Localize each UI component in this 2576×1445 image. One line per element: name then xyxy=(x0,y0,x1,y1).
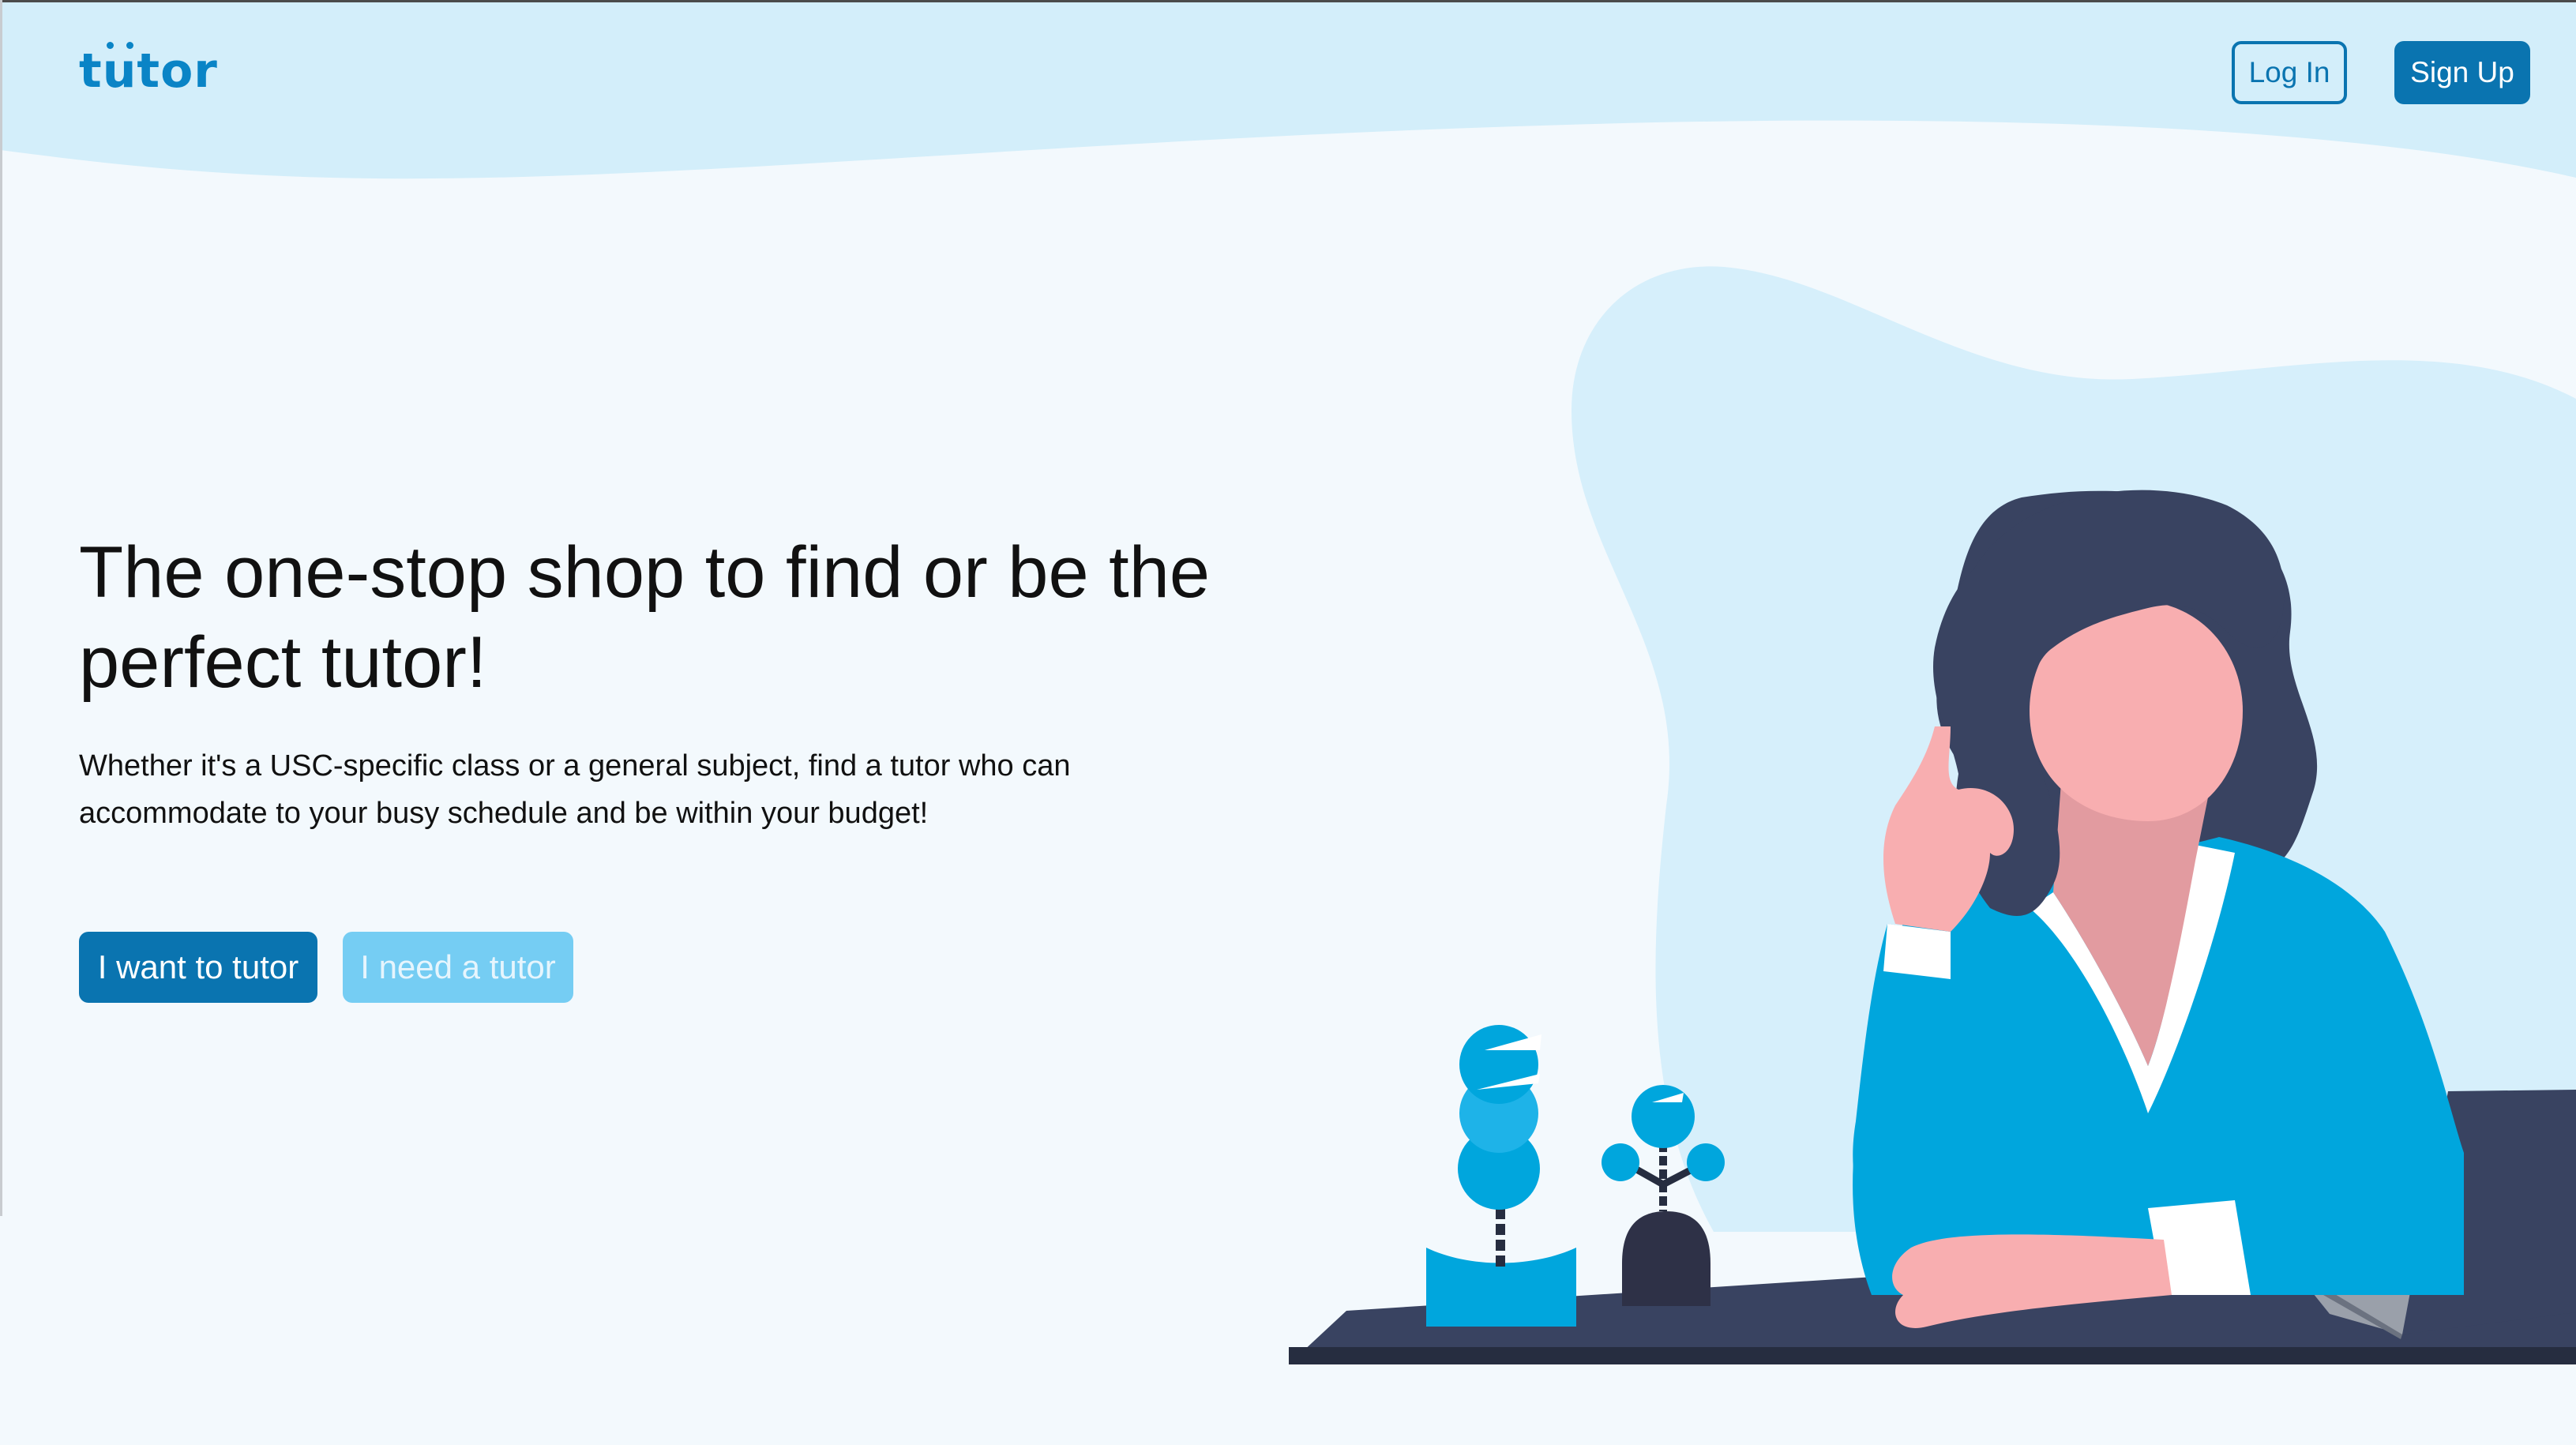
woman-thinking-at-desk-illustration xyxy=(1289,490,2576,1364)
plant-right-icon xyxy=(1602,1085,1725,1306)
page: t u tor Log In Sign Up The one-stop shop… xyxy=(0,0,2576,1445)
plant-left-icon xyxy=(1426,1025,1576,1327)
woman-figure xyxy=(1853,490,2464,1328)
